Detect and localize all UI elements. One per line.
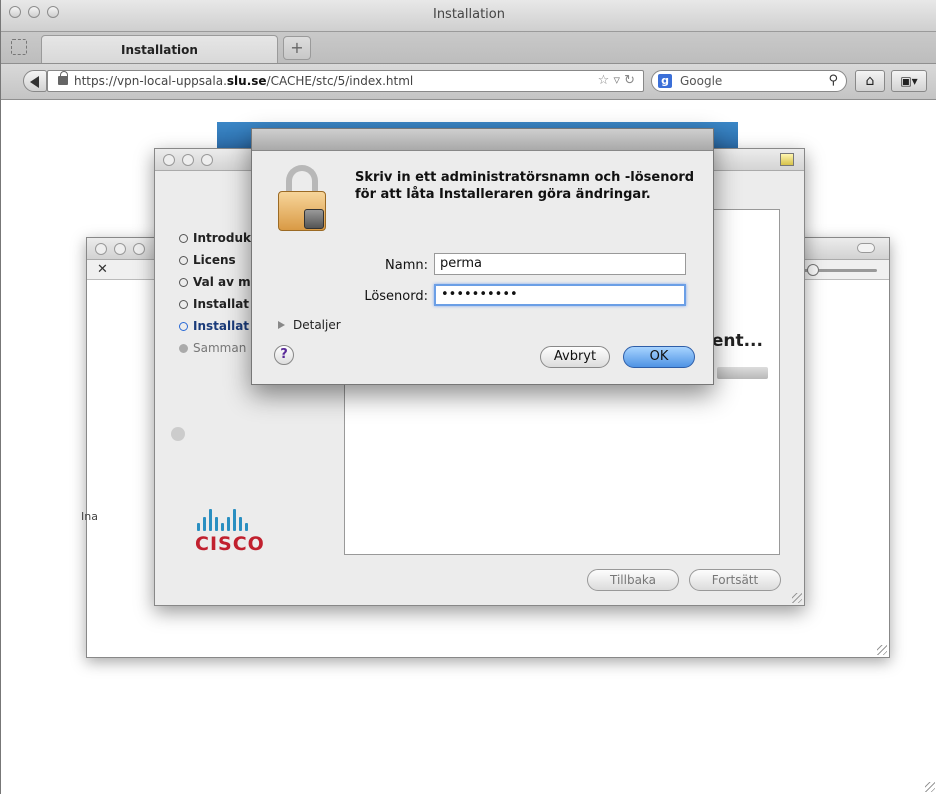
address-bar[interactable]: https://vpn-local-uppsala.slu.se/CACHE/s…: [47, 70, 644, 92]
step-item: Licens: [179, 253, 251, 275]
new-tab-button[interactable]: +: [283, 36, 311, 60]
tab-installation[interactable]: Installation: [41, 35, 278, 63]
url-text: https://vpn-local-uppsala.slu.se/CACHE/s…: [74, 74, 414, 88]
resize-grip-icon[interactable]: [925, 782, 935, 792]
bookmark-star-icon[interactable]: ☆ ▿ ↻: [598, 73, 635, 88]
step-bullet-icon: [179, 278, 188, 287]
installer-package-icon: [780, 153, 794, 166]
installer-minimize-dot[interactable]: [182, 154, 194, 166]
navigation-bar: https://vpn-local-uppsala.slu.se/CACHE/s…: [1, 64, 936, 100]
tab-overview-icon[interactable]: [11, 39, 27, 55]
dialog-titlebar: [252, 129, 713, 151]
pin-icon[interactable]: ✕: [97, 262, 108, 277]
toolbar-toggle-icon[interactable]: [857, 243, 875, 253]
prompt-line-2: för att låta Installeraren göra ändringa…: [355, 187, 651, 202]
back-button[interactable]: [23, 70, 47, 92]
search-bar[interactable]: g Google ⚲: [651, 70, 847, 92]
spinner-icon: [171, 427, 185, 441]
help-button[interactable]: ?: [274, 345, 294, 365]
prompt-line-1: Skriv in ett administratörsnamn och -lös…: [355, 170, 695, 185]
password-label: Lösenord:: [364, 289, 428, 304]
search-placeholder: Google: [680, 74, 723, 88]
title-bar: Installation: [1, 0, 936, 32]
window-title: Installation: [432, 7, 505, 22]
search-icon[interactable]: ⚲: [828, 73, 838, 88]
step-bullet-icon: [179, 322, 188, 331]
tab-label: Installation: [121, 43, 198, 57]
background-side-label: Ina: [81, 510, 98, 523]
step-bullet-icon: [179, 300, 188, 309]
cisco-bars-icon: [197, 509, 265, 531]
cancel-button[interactable]: Avbryt: [540, 346, 610, 368]
step-item: Installat: [179, 297, 251, 319]
password-field[interactable]: ••••••••••: [434, 284, 686, 306]
name-label: Namn:: [385, 258, 428, 273]
close-dot[interactable]: [95, 243, 107, 255]
installer-progress-bar: [717, 367, 768, 379]
installer-steps: Introduk Licens Val av m Installat Insta…: [171, 231, 251, 441]
dialog-prompt: Skriv in ett administratörsnamn och -lös…: [355, 169, 694, 203]
step-bullet-icon: [179, 344, 188, 353]
zoom-slider-knob[interactable]: [807, 264, 819, 276]
back-step-button[interactable]: Tillbaka: [587, 569, 679, 591]
ok-button[interactable]: OK: [623, 346, 695, 368]
background-resize-icon[interactable]: [877, 645, 887, 655]
google-icon[interactable]: g: [658, 74, 672, 88]
installer-heading: ient...: [706, 331, 763, 351]
installer-zoom-dot[interactable]: [201, 154, 213, 166]
step-bullet-icon: [179, 256, 188, 265]
cisco-logo: CISCO: [195, 509, 265, 555]
zoom-dot[interactable]: [133, 243, 145, 255]
step-item-pending: Samman: [179, 341, 251, 363]
tab-bar: Installation +: [1, 32, 936, 64]
step-item-current: Installat: [179, 319, 251, 341]
cisco-wordmark: CISCO: [195, 533, 265, 555]
installer-close-dot[interactable]: [163, 154, 175, 166]
lock-icon: [58, 71, 68, 85]
home-button[interactable]: ⌂: [855, 70, 885, 92]
step-bullet-icon: [179, 234, 188, 243]
disclosure-triangle-icon[interactable]: [278, 321, 285, 329]
step-item: Introduk: [179, 231, 251, 253]
addons-button[interactable]: ▣▾: [891, 70, 927, 92]
installer-resize-icon[interactable]: [792, 593, 802, 603]
name-field[interactable]: perma: [434, 253, 686, 275]
padlock-icon: [278, 165, 326, 233]
auth-dialog: Skriv in ett administratörsnamn och -lös…: [251, 128, 714, 385]
details-disclosure[interactable]: Detaljer: [278, 318, 341, 332]
minimize-dot[interactable]: [114, 243, 126, 255]
continue-button[interactable]: Fortsätt: [689, 569, 781, 591]
step-item: Val av m: [179, 275, 251, 297]
